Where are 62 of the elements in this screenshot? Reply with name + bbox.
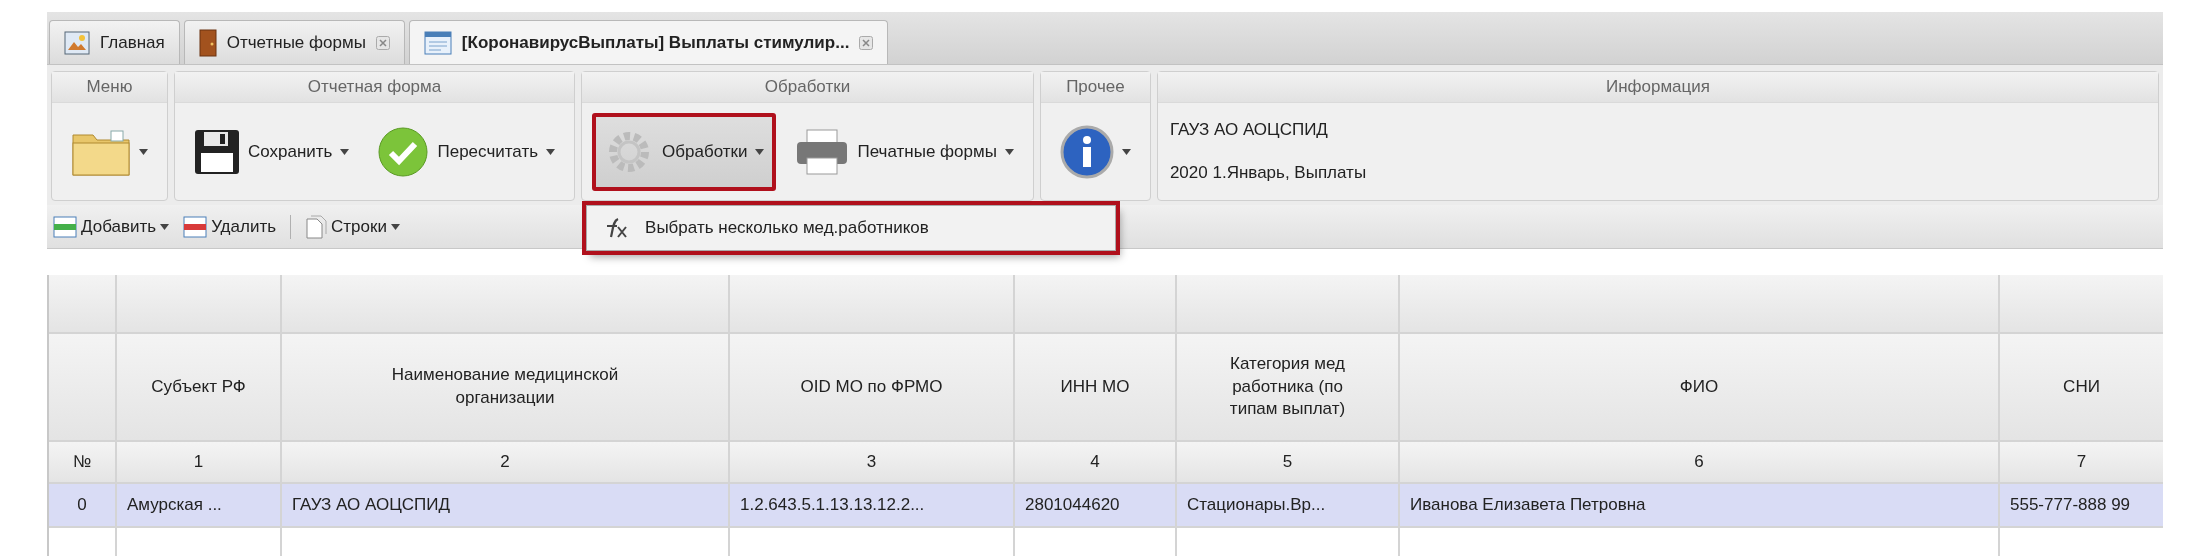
- table-cell: Иванова Елизавета Петровна: [1400, 484, 1998, 526]
- caret-icon: [1121, 148, 1131, 155]
- tab[interactable]: Отчетные формы: [183, 20, 405, 64]
- info-icon: [1059, 124, 1114, 179]
- table-cell: 2801044620: [1015, 484, 1175, 526]
- table-add-icon: [53, 215, 77, 238]
- column-header[interactable]: Наименование медицинской организации: [282, 334, 728, 440]
- table-cell: 0: [49, 484, 115, 526]
- picture-icon: [64, 30, 90, 55]
- caret-icon: [546, 148, 556, 155]
- tab[interactable]: Главная: [49, 20, 180, 64]
- column-header[interactable]: СНИ: [2000, 334, 2163, 440]
- column-header[interactable]: ИНН МО: [1015, 334, 1175, 440]
- column-number: 5: [1177, 442, 1398, 482]
- column-number: 3: [730, 442, 1013, 482]
- caret-icon: [160, 223, 170, 230]
- group-title: Меню: [52, 72, 167, 103]
- toolbar-button[interactable]: Печатные формы: [786, 112, 1023, 191]
- toolbar-button[interactable]: Сохранить: [185, 112, 359, 191]
- column-number: 7: [2000, 442, 2163, 482]
- toolbar-button[interactable]: Добавить: [53, 215, 170, 238]
- column-number: 1: [117, 442, 280, 482]
- column-header[interactable]: Субъект РФ: [117, 334, 280, 440]
- page-icon: [305, 214, 328, 239]
- toolbar-button[interactable]: Строки: [305, 214, 400, 239]
- group-title: Отчетная форма: [175, 72, 575, 103]
- checkmark-icon: [377, 125, 430, 178]
- caret-icon: [340, 148, 350, 155]
- tab[interactable]: [КоронавирусВыплаты] Выплаты стимулир...: [408, 20, 889, 64]
- column-number: 4: [1015, 442, 1175, 482]
- group-title: Прочее: [1040, 72, 1150, 103]
- column-number: №: [49, 442, 115, 482]
- close-icon[interactable]: [375, 35, 390, 50]
- table-cell: 1.2.643.5.1.13.13.12.2...: [730, 484, 1013, 526]
- column-number: 2: [282, 442, 728, 482]
- header-cell: [49, 275, 115, 332]
- group-title: Обработки: [582, 72, 1033, 103]
- table-cell: ГАУЗ АО АОЦСПИД: [282, 484, 728, 526]
- toolbar-button[interactable]: Удалить: [183, 215, 277, 238]
- info-text: ГАУЗ АО АОЦСПИД: [1169, 120, 1329, 141]
- close-icon[interactable]: [859, 35, 874, 50]
- table-cell: [49, 528, 115, 556]
- window-icon: [423, 30, 452, 55]
- column-header[interactable]: OID МО по ФРМО: [730, 334, 1013, 440]
- toolbar-button[interactable]: Обработки: [592, 112, 777, 191]
- table-delete-icon: [183, 215, 208, 238]
- caret-icon: [139, 148, 148, 155]
- caret-icon: [390, 223, 400, 230]
- caret-icon: [1004, 148, 1014, 155]
- column-header[interactable]: Категория мед работника (по типам выплат): [1177, 334, 1398, 440]
- toolbar-button[interactable]: Пересчитать: [368, 112, 565, 191]
- door-icon: [198, 28, 217, 57]
- info-text: 2020 1.Январь, Выплаты: [1169, 162, 1368, 183]
- menu-item[interactable]: Выбрать несколько мед.работников: [587, 205, 1116, 250]
- table-cell: Амурская ...: [117, 484, 280, 526]
- caret-icon: [755, 148, 765, 155]
- table-cell: Стационары.Вр...: [1177, 484, 1398, 526]
- table-cell: 555-777-888 99: [2000, 484, 2163, 526]
- printer-icon: [795, 127, 850, 176]
- column-header[interactable]: ФИО: [1400, 334, 1998, 440]
- column-number: 6: [1400, 442, 1998, 482]
- group-title: Информация: [1157, 72, 2158, 103]
